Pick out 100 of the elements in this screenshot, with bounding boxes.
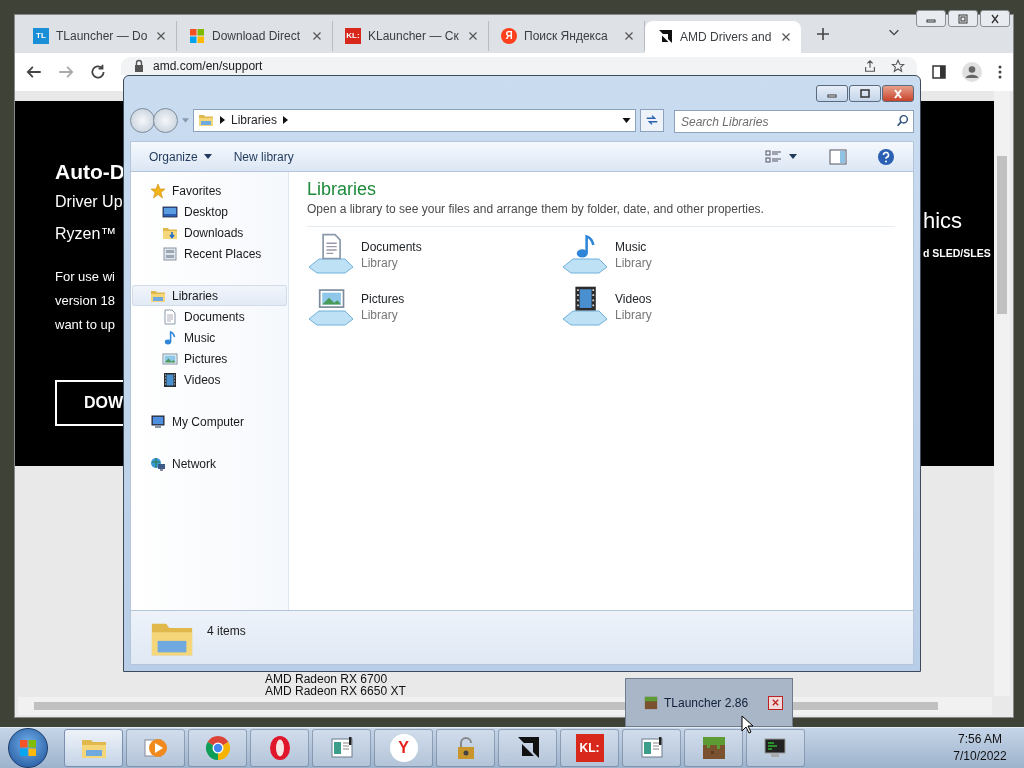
corner-arrow-icon (657, 29, 673, 45)
side-panel-icon (931, 64, 947, 80)
library-item[interactable]: Documents Library (307, 233, 561, 275)
music-note-icon (162, 329, 178, 346)
site-logo: Я (501, 28, 517, 44)
bookmark-star-icon (891, 59, 905, 73)
computer-icon (150, 413, 166, 430)
hero-text: want to up (55, 317, 115, 332)
item-count: 4 items (207, 622, 246, 640)
film-icon (162, 371, 178, 388)
hero-title: Auto-D (55, 159, 125, 185)
grass-block-icon (644, 695, 658, 710)
nav-item[interactable]: Libraries (132, 285, 287, 306)
caret-down-icon (622, 117, 631, 123)
nav-item[interactable]: Desktop (132, 201, 287, 222)
close-icon (989, 13, 1001, 24)
star-icon (150, 182, 166, 199)
browser-tab[interactable]: TL TLauncher — Do (21, 21, 177, 51)
close-button[interactable] (768, 695, 784, 710)
close-icon (892, 88, 904, 99)
search-icon (896, 113, 909, 127)
app-logo: Y (389, 734, 418, 762)
minimize-button[interactable] (816, 85, 848, 102)
address-field[interactable]: Libraries (193, 108, 636, 132)
browser-tab[interactable]: Download Direct (177, 21, 333, 51)
network-icon (150, 455, 166, 472)
library-item[interactable]: Music Library (561, 233, 815, 275)
share-icon (863, 59, 877, 73)
document-library-icon (307, 233, 355, 275)
nav-item[interactable]: Music (132, 327, 287, 348)
music-note-library-icon (561, 233, 609, 275)
taskbar-tooltip: TLauncher 2.86 (625, 678, 793, 727)
close-icon (771, 698, 781, 707)
nav-item[interactable]: Favorites (132, 180, 287, 201)
address-bar[interactable]: amd.com/en/support (121, 57, 917, 75)
taskbar-button[interactable]: KL: (560, 729, 619, 767)
search-field[interactable]: Search Libraries (674, 110, 914, 133)
restore-icon (957, 13, 969, 24)
maximize-button[interactable] (849, 85, 881, 102)
caret-icon (182, 117, 189, 123)
nav-item[interactable]: Videos (132, 369, 287, 390)
hero-subtitle: Driver Up (55, 193, 123, 210)
maximize-icon (859, 88, 871, 99)
nav-item[interactable]: Documents (132, 306, 287, 327)
picture-icon (162, 350, 178, 367)
caret-down-icon (203, 154, 212, 159)
plus-icon (815, 25, 831, 42)
caret-right-icon (283, 116, 289, 124)
download-button[interactable]: DOW (55, 380, 124, 426)
site-logo: KL: (345, 28, 361, 44)
profile-icon (961, 61, 983, 83)
restore-button[interactable] (948, 10, 978, 27)
taskbar-button[interactable] (498, 729, 557, 767)
desktop-icon (162, 203, 178, 220)
circle-logo-icon (203, 734, 232, 762)
browser-tab[interactable]: AMD Drivers and (645, 21, 801, 53)
nav-item[interactable]: Downloads (132, 222, 287, 243)
taskbar-button[interactable]: Y (374, 729, 433, 767)
refresh-icon (645, 113, 659, 127)
page-heading: Libraries (307, 178, 378, 200)
minimize-button[interactable] (916, 10, 946, 27)
reload-icon (89, 63, 107, 81)
hero-subtitle: Ryzen™ (55, 225, 117, 242)
menu-icon (997, 64, 1003, 80)
start-button[interactable] (8, 728, 48, 768)
nav-item[interactable]: Network (132, 453, 287, 474)
clock: 7:56 AM 7/10/2022 (952, 731, 1008, 765)
forward-button[interactable] (153, 107, 178, 133)
vertical-scrollbar[interactable] (994, 91, 1010, 696)
lock-icon (133, 59, 145, 73)
mouse-cursor-icon (741, 715, 753, 735)
back-button[interactable] (130, 107, 155, 133)
toolbar-button[interactable]: Organize (141, 144, 220, 169)
toolbar-button[interactable]: New library (225, 144, 302, 169)
preview-pane-icon (829, 148, 847, 165)
hero-text: For use wi (55, 269, 115, 284)
gpu-name: AMD Radeon RX 6700 (265, 672, 388, 686)
four-squares-icon (189, 28, 205, 44)
library-item[interactable]: Pictures Library (307, 285, 561, 327)
nav-item[interactable]: My Computer (132, 411, 287, 432)
nav-item[interactable]: Pictures (132, 348, 287, 369)
nav-item[interactable]: Recent Places (132, 243, 287, 264)
recent-places-icon (162, 245, 178, 262)
refresh-button[interactable] (640, 108, 664, 132)
close-button[interactable] (980, 10, 1010, 27)
help-icon (877, 147, 895, 166)
browser-tab[interactable]: KL: KLauncher — Ск (333, 21, 489, 51)
taskbar-button[interactable] (746, 729, 805, 767)
windows-flag-icon (19, 739, 37, 757)
library-folder-icon (198, 112, 214, 128)
description-text: Open a library to see your files and arrange them by folder, date, and other properties. (307, 201, 765, 218)
caret-right-icon (220, 116, 225, 124)
document-icon (162, 308, 178, 325)
app-logo: KL: (575, 734, 604, 762)
library-item[interactable]: Videos Library (561, 285, 815, 327)
hero-text: d SLED/SLES (923, 246, 991, 261)
details-view-icon (765, 148, 783, 165)
close-button[interactable] (882, 85, 914, 102)
site-logo: TL (33, 28, 49, 44)
caret-down-icon (789, 154, 797, 159)
